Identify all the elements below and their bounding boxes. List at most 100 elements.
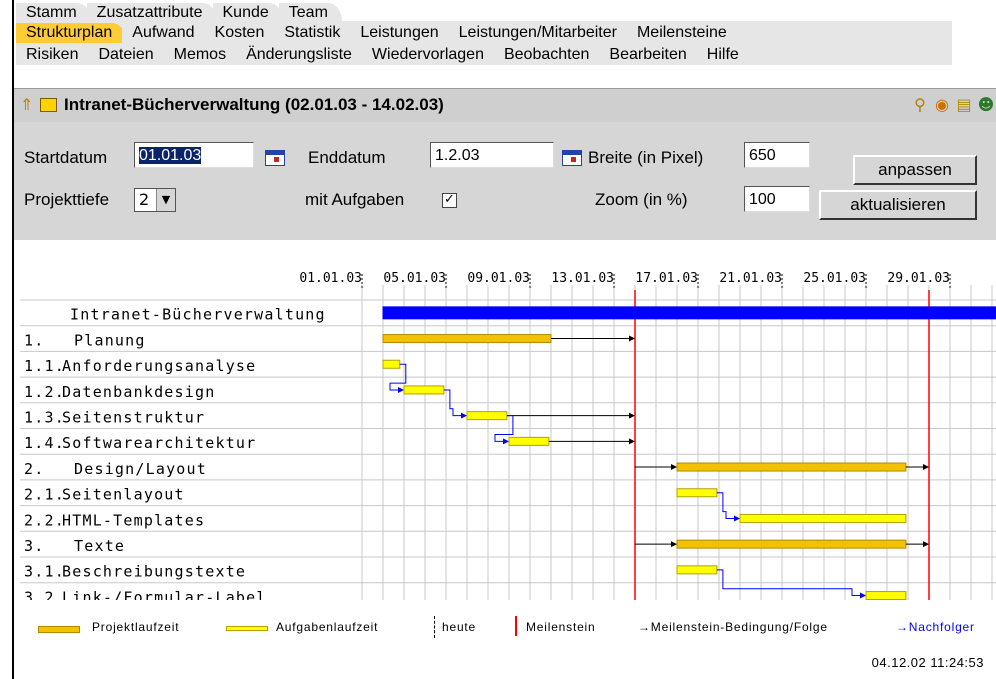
arrow-head-icon xyxy=(671,464,677,471)
tab-statistik[interactable]: Statistik xyxy=(274,23,355,43)
row-task-name: Link-/Formular-Label xyxy=(62,588,267,600)
row-task-name: Design/Layout xyxy=(74,460,207,478)
notes-icon[interactable]: ▤ xyxy=(954,93,974,115)
date-tick-label: 29.01.03 xyxy=(887,271,950,286)
arrow-head-icon xyxy=(629,438,635,445)
tab-zusatzattribute[interactable]: Zusatzattribute xyxy=(86,3,217,23)
tab-hilfe[interactable]: Hilfe xyxy=(696,45,753,65)
timestamp: 04.12.02 11:24:53 xyxy=(871,655,984,670)
project-bar xyxy=(382,334,552,344)
tab-memos[interactable]: Memos xyxy=(163,45,241,65)
summary-bar xyxy=(382,306,996,320)
tab-strukturplan[interactable]: Strukturplan xyxy=(16,23,127,43)
task-bar xyxy=(403,385,445,395)
tab-leistungen-mitarbeiter[interactable]: Leistungen/Mitarbeiter xyxy=(448,23,631,43)
startdatum-calendar-icon[interactable] xyxy=(265,150,285,166)
date-tick-label: 05.01.03 xyxy=(383,271,446,286)
chevron-down-icon: ▼ xyxy=(156,189,175,211)
rss-icon[interactable]: ◉ xyxy=(932,93,952,115)
zoom-input[interactable]: 100 xyxy=(744,186,810,212)
row-task-name: Seitenstruktur xyxy=(62,409,205,427)
projekttiefe-value: 2 xyxy=(139,190,150,209)
users-icon[interactable]: ☻ xyxy=(976,93,996,115)
legend-projektlaufzeit: Projektlaufzeit xyxy=(92,620,180,634)
up-arrow-icon[interactable]: ⇑ xyxy=(20,95,33,114)
project-title: Intranet-Bücherverwaltung (02.01.03 - 14… xyxy=(64,95,444,114)
tab-bar: Stamm Zusatzattribute Kunde Team Strukturpl… xyxy=(16,0,996,86)
task-bar xyxy=(676,565,718,575)
row-task-name: Texte xyxy=(74,537,125,555)
projekttiefe-label: Projekttiefe xyxy=(24,190,110,209)
enddatum-input[interactable]: 1.2.03 xyxy=(430,142,554,168)
projekttiefe-select[interactable]: 2 ▼ xyxy=(134,188,176,212)
legend-today-swatch xyxy=(434,616,435,638)
task-bar xyxy=(382,359,401,369)
successor-arrow-icon xyxy=(398,386,404,393)
task-bar xyxy=(865,591,907,600)
row-task-name: Anforderungsanalyse xyxy=(62,357,256,375)
row-task-name: Planung xyxy=(74,331,146,349)
breite-input[interactable]: 650 xyxy=(744,142,810,168)
row-number: 2.2. xyxy=(24,511,65,529)
arrow-head-icon xyxy=(923,541,929,548)
date-tick-label: 25.01.03 xyxy=(803,271,866,286)
tab-stamm[interactable]: Stamm xyxy=(16,3,91,23)
legend: Projektlaufzeit Aufgabenlaufzeit heute M… xyxy=(14,614,996,642)
successor-arrow-icon xyxy=(461,412,467,419)
tab-dateien[interactable]: Dateien xyxy=(88,45,168,65)
date-tick-label: 09.01.03 xyxy=(467,271,530,286)
zoom-label: Zoom (in %) xyxy=(595,190,688,209)
arrow-head-icon xyxy=(629,412,635,419)
tab-änderungsliste[interactable]: Änderungsliste xyxy=(236,45,366,65)
enddatum-calendar-icon[interactable] xyxy=(562,150,582,166)
tab-wiedervorlagen[interactable]: Wiedervorlagen xyxy=(361,45,498,65)
breite-label: Breite (in Pixel) xyxy=(588,148,704,167)
tab-kosten[interactable]: Kosten xyxy=(204,23,279,43)
tab-team[interactable]: Team xyxy=(278,3,342,23)
mit-aufgaben-checkbox[interactable]: ✓ xyxy=(442,193,457,208)
row-number: 1.3. xyxy=(24,409,65,427)
tab-meilensteine[interactable]: Meilensteine xyxy=(626,23,741,43)
row-number: 1.2. xyxy=(24,383,65,401)
row-task-name: Intranet-Bücherverwaltung xyxy=(70,306,326,324)
tab-beobachten[interactable]: Beobachten xyxy=(493,45,604,65)
row-number: 3. xyxy=(24,537,44,555)
row-task-name: Beschreibungstexte xyxy=(62,563,246,581)
arrow-head-icon xyxy=(671,541,677,548)
startdatum-label: Startdatum xyxy=(24,148,108,167)
search-key-icon[interactable]: ⚲ xyxy=(910,93,930,115)
legend-bedingung: →Meilenstein-Bedingung/Folge xyxy=(638,620,828,634)
task-bar xyxy=(466,411,508,421)
legend-meilenstein: Meilenstein xyxy=(526,620,596,634)
gantt-svg: 01.01.03 05.01.03 09.01.03 13.01.03 17.01.03… xyxy=(20,271,996,600)
enddatum-label: Enddatum xyxy=(308,148,386,167)
row-task-name: Seitenlayout xyxy=(62,486,185,504)
anpassen-button[interactable]: anpassen xyxy=(853,155,977,185)
row-number: 2. xyxy=(24,460,44,478)
tab-row-1: Stamm Zusatzattribute Kunde Team xyxy=(16,1,342,23)
tab-bearbeiten[interactable]: Bearbeiten xyxy=(599,45,701,65)
date-tick-label: 13.01.03 xyxy=(551,271,614,286)
tab-risiken[interactable]: Risiken xyxy=(16,45,93,65)
row-number: 2.1. xyxy=(24,486,65,504)
tab-aufwand[interactable]: Aufwand xyxy=(122,23,209,43)
tab-row-3: Risiken Dateien Memos Änderungsliste Wiederv… xyxy=(16,43,753,65)
aktualisieren-button[interactable]: aktualisieren xyxy=(819,190,977,220)
successor-arrow-icon xyxy=(503,438,509,445)
row-task-name: HTML-Templates xyxy=(62,511,205,529)
project-bar xyxy=(676,539,907,549)
row-number: 1.1. xyxy=(24,357,65,375)
tab-leistungen[interactable]: Leistungen xyxy=(350,23,453,43)
row-number: 3.2. xyxy=(24,588,65,600)
task-bar xyxy=(739,513,907,523)
successor-arrow-icon xyxy=(860,592,866,599)
mit-aufgaben-label: mit Aufgaben xyxy=(305,190,405,209)
task-bar xyxy=(508,436,550,446)
legend-project-swatch xyxy=(38,626,80,633)
header-toolbar: ⚲ ◉ ▤ ☻ xyxy=(910,93,996,115)
startdatum-input[interactable]: 01.01.03 xyxy=(134,142,254,168)
date-tick-label: 17.01.03 xyxy=(635,271,698,286)
tab-kunde[interactable]: Kunde xyxy=(212,3,283,23)
legend-nachfolger: →Nachfolger xyxy=(896,620,975,634)
arrow-head-icon xyxy=(629,335,635,342)
